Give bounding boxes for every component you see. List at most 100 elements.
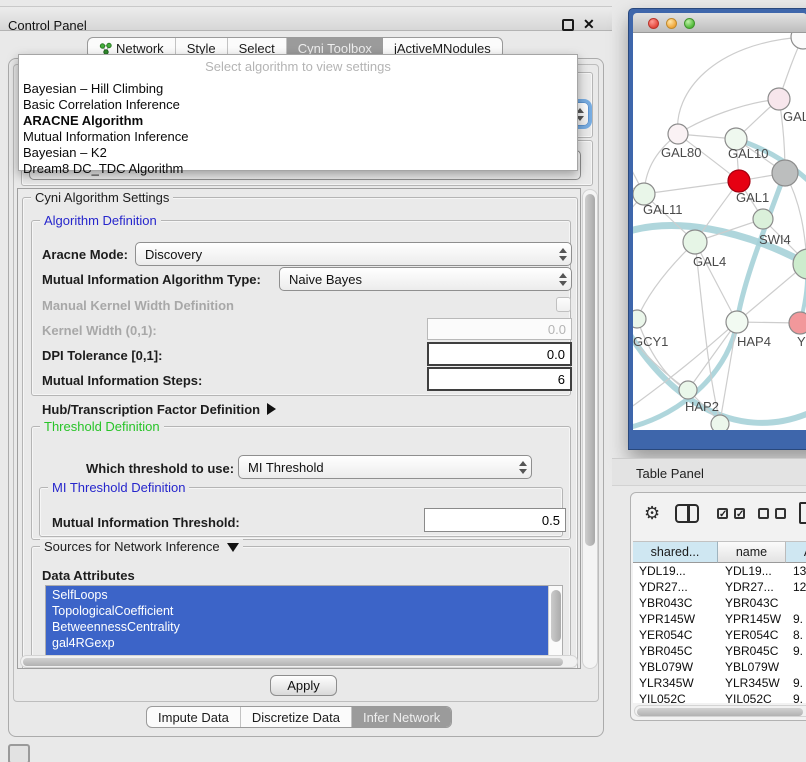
tab-infer-network-label: Infer Network [363, 710, 440, 725]
network-node-gal7[interactable] [768, 88, 790, 110]
table-row[interactable]: YIL052CYIL052C9. [633, 691, 806, 703]
tab-discretize-data[interactable]: Discretize Data [241, 707, 352, 727]
tab-impute-data-label: Impute Data [158, 710, 229, 725]
deselect-all-checkbox-icon[interactable] [775, 508, 786, 519]
table-row[interactable]: YER054CYER054C8. [633, 627, 806, 643]
float-window-button[interactable] [562, 19, 574, 31]
network-canvas[interactable]: GAL7 GAL80 GAL10 GAL1 GAL11 SWI4 GAL4 GC… [633, 33, 806, 430]
settings-vertical-scrollbar[interactable] [582, 189, 598, 669]
aracne-mode-value: Discovery [136, 247, 555, 262]
close-panel-button[interactable]: ✕ [583, 16, 595, 33]
table-row[interactable]: YPR145WYPR145W9. [633, 611, 806, 627]
column-header[interactable]: A [786, 541, 806, 563]
list-vertical-scrollbar[interactable] [548, 586, 562, 656]
network-view-window[interactable]: GAL7 GAL80 GAL10 GAL1 GAL11 SWI4 GAL4 GC… [628, 8, 806, 450]
settings-horizontal-scrollbar[interactable] [20, 655, 578, 668]
column-header-name[interactable]: name [718, 541, 786, 563]
mi-type-combo[interactable]: Naive Bayes [279, 267, 572, 291]
mi-steps-input[interactable] [427, 367, 572, 391]
stepper-icon [555, 248, 571, 261]
network-window-titlebar[interactable] [633, 13, 806, 33]
table-row[interactable]: YDR27...YDR27...12 [633, 579, 806, 595]
sources-title-text: Sources for Network Inference [44, 539, 220, 554]
data-attributes-list[interactable]: SelfLoops TopologicalCoefficient Between… [45, 585, 563, 656]
table-horizontal-scrollbar[interactable] [634, 705, 806, 717]
algorithm-option[interactable]: Mutual Information Inference [23, 129, 573, 145]
algorithm-option[interactable]: Basic Correlation Inference [23, 97, 573, 113]
minimized-panel-icon[interactable] [8, 744, 30, 762]
table-hscrollbar-thumb[interactable] [637, 708, 803, 716]
stepper-icon [515, 461, 531, 474]
which-threshold-combo[interactable]: MI Threshold [238, 455, 532, 479]
collapse-arrow-icon [227, 543, 239, 552]
table-row[interactable]: YBL079WYBL079W [633, 659, 806, 675]
node-table: ⚙ ✓ ✓ shared... name A YDL19...YDL19...1… [630, 492, 806, 721]
network-node-salmon[interactable] [789, 312, 806, 334]
table-header-row: shared... name A [633, 541, 806, 563]
mi-threshold-input[interactable] [424, 508, 566, 532]
network-node-gal4[interactable] [683, 230, 707, 254]
expand-arrow-icon [267, 403, 276, 415]
node-label: GAL80 [661, 145, 701, 160]
hub-definition-toggle[interactable]: Hub/Transcription Factor Definition [42, 402, 276, 417]
close-window-button[interactable] [648, 18, 659, 29]
algorithm-option[interactable]: Bayesian – Hill Climbing [23, 81, 573, 97]
network-node-gray[interactable] [772, 160, 798, 186]
document-icon[interactable] [799, 502, 806, 524]
table-row[interactable]: YLR345WYLR345W9. [633, 675, 806, 691]
node-label: GAL11 [643, 202, 683, 217]
select-all-checkbox-icon[interactable]: ✓ [734, 508, 745, 519]
stepper-icon [555, 273, 571, 286]
network-node[interactable] [711, 415, 729, 430]
algorithm-option[interactable]: Bayesian – K2 [23, 145, 573, 161]
apply-button[interactable]: Apply [270, 675, 337, 696]
settings-vscrollbar-thumb[interactable] [585, 194, 595, 546]
settings-hscrollbar-thumb[interactable] [23, 658, 563, 666]
node-label: SWI4 [759, 232, 791, 247]
column-header-shared-name[interactable]: shared... [633, 541, 718, 563]
list-item[interactable]: TopologicalCoefficient [52, 603, 532, 619]
algorithm-option-selected[interactable]: ARACNE Algorithm [23, 113, 573, 129]
table-row[interactable]: YBR043CYBR043C [633, 595, 806, 611]
mi-steps-label: Mutual Information Steps: [42, 373, 202, 388]
network-icon [99, 42, 112, 55]
manual-kernel-label: Manual Kernel Width Definition [42, 298, 234, 313]
algorithm-dropdown-popup: Select algorithm to view settings Bayesi… [18, 54, 578, 171]
hub-definition-label: Hub/Transcription Factor Definition [42, 402, 260, 417]
algorithm-option[interactable]: Dream8 DC_TDC Algorithm [23, 161, 573, 177]
table-settings-gear-icon[interactable]: ⚙ [644, 503, 660, 523]
zoom-window-button[interactable] [684, 18, 695, 29]
minimize-window-button[interactable] [666, 18, 677, 29]
network-node-hap2[interactable] [679, 381, 697, 399]
which-threshold-value: MI Threshold [239, 460, 515, 475]
table-row[interactable]: YBR045CYBR045C9. [633, 643, 806, 659]
kernel-width-label: Kernel Width (0,1): [42, 323, 157, 338]
list-item[interactable]: gal4RGexp [52, 635, 532, 651]
network-node-gal1-selected[interactable] [728, 170, 750, 192]
network-node-gcy1[interactable] [633, 310, 646, 328]
list-item[interactable]: BetweennessCentrality [52, 619, 532, 635]
network-node[interactable] [793, 249, 806, 279]
aracne-mode-combo[interactable]: Discovery [135, 242, 572, 266]
which-threshold-label: Which threshold to use: [86, 461, 234, 476]
network-node-swi4[interactable] [753, 209, 773, 229]
network-node-hap4[interactable] [726, 311, 748, 333]
node-label: GAL4 [693, 254, 726, 269]
manual-kernel-checkbox[interactable] [556, 297, 571, 312]
network-node-gal80[interactable] [668, 124, 688, 144]
dpi-tolerance-input[interactable] [427, 342, 572, 366]
select-all-checkbox-icon[interactable]: ✓ [717, 508, 728, 519]
data-attributes-label: Data Attributes [42, 568, 135, 583]
split-columns-icon[interactable] [675, 504, 699, 523]
kernel-width-input[interactable] [427, 318, 572, 340]
tab-infer-network[interactable]: Infer Network [352, 707, 451, 727]
network-node[interactable] [791, 33, 806, 49]
list-scrollbar-thumb[interactable] [551, 590, 561, 642]
table-row[interactable]: YDL19...YDL19...13 [633, 563, 806, 579]
threshold-definition-title: Threshold Definition [40, 419, 164, 434]
screen: Control Panel ✕ Network Style Select Cyn… [0, 0, 806, 762]
algorithm-placeholder: Select algorithm to view settings [19, 59, 577, 74]
list-item[interactable]: SelfLoops [52, 587, 532, 603]
deselect-all-checkbox-icon[interactable] [758, 508, 769, 519]
tab-impute-data[interactable]: Impute Data [147, 707, 241, 727]
